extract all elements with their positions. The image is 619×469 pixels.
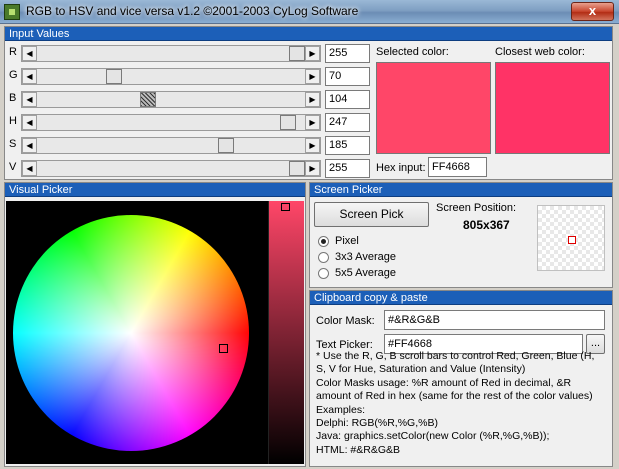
slider-g-thumb[interactable] xyxy=(106,69,122,84)
value-field-b[interactable]: 104 xyxy=(325,90,370,109)
screen-picker-group: Screen Picker Screen Pick Screen Positio… xyxy=(309,182,613,288)
slider-b-right-arrow-icon[interactable]: ▶ xyxy=(305,92,320,107)
hex-input-label: Hex input: xyxy=(376,162,426,174)
help-line: amount of Red in hex (same for the rest … xyxy=(316,390,593,403)
screen-picker-heading: Screen Picker xyxy=(310,183,612,197)
slider-v-thumb[interactable] xyxy=(289,161,305,176)
slider-s-right-arrow-icon[interactable]: ▶ xyxy=(305,138,320,153)
slider-label-v: V xyxy=(9,161,17,173)
slider-s[interactable]: ◀ ▶ xyxy=(21,137,321,154)
slider-label-s: S xyxy=(9,138,17,150)
hex-input-field[interactable]: FF4668 xyxy=(428,157,487,177)
help-line: * Use the R, G, B scroll bars to control… xyxy=(316,350,595,362)
slider-g-left-arrow-icon[interactable]: ◀ xyxy=(22,69,37,84)
slider-h-thumb[interactable] xyxy=(280,115,296,130)
clipboard-help-text: * Use the R, G, B scroll bars to control… xyxy=(316,350,612,457)
radio-pixel-label: Pixel xyxy=(335,235,359,247)
radio-5x5-indicator[interactable] xyxy=(318,268,329,279)
screen-pixel-preview xyxy=(537,205,605,271)
slider-row-v: V ◀ ▶ 255 xyxy=(7,159,370,178)
help-line: Java: graphics.setColor(new Color (%R,%G… xyxy=(316,430,550,443)
color-mask-input[interactable]: #&R&G&B xyxy=(384,310,605,330)
value-field-v[interactable]: 255 xyxy=(325,159,370,178)
clipboard-group: Clipboard copy & paste Color Mask: #&R&G… xyxy=(309,290,613,467)
help-line: Examples: xyxy=(316,403,366,416)
slider-v-left-arrow-icon[interactable]: ◀ xyxy=(22,161,37,176)
slider-s-left-arrow-icon[interactable]: ◀ xyxy=(22,138,37,153)
value-bar[interactable] xyxy=(268,201,304,464)
slider-label-g: G xyxy=(9,69,18,81)
value-field-h[interactable]: 247 xyxy=(325,113,370,132)
slider-label-r: R xyxy=(9,46,17,58)
radio-3x3-label: 3x3 Average xyxy=(335,251,396,263)
window-title: RGB to HSV and vice versa v1.2 ©2001-200… xyxy=(26,4,359,18)
help-line: S, V for Hue, Saturation and Value (Inte… xyxy=(316,363,526,376)
title-bar[interactable]: RGB to HSV and vice versa v1.2 ©2001-200… xyxy=(0,0,619,24)
slider-r-thumb[interactable] xyxy=(289,46,305,61)
screen-position-value: 805x367 xyxy=(463,218,510,232)
slider-b-left-arrow-icon[interactable]: ◀ xyxy=(22,92,37,107)
selected-color-swatch xyxy=(376,62,491,154)
slider-row-b: B ◀ ▶ 104 xyxy=(7,90,370,109)
closest-web-color-swatch xyxy=(495,62,610,154)
closest-web-color-label: Closest web color: xyxy=(495,46,585,58)
slider-v[interactable]: ◀ ▶ xyxy=(21,160,321,177)
visual-picker-canvas[interactable] xyxy=(6,201,304,464)
slider-b[interactable]: ◀ ▶ xyxy=(21,91,321,108)
radio-5x5-label: 5x5 Average xyxy=(335,267,396,279)
slider-v-right-arrow-icon[interactable]: ▶ xyxy=(305,161,320,176)
slider-label-h: H xyxy=(9,115,17,127)
value-field-r[interactable]: 255 xyxy=(325,44,370,63)
slider-r-right-arrow-icon[interactable]: ▶ xyxy=(305,46,320,61)
help-line: Delphi: RGB(%R,%G,%B) xyxy=(316,417,438,430)
app-icon xyxy=(4,4,20,20)
input-values-group: Input Values R ◀ ▶ 255 G ◀ ▶ 70 B ◀ ▶ 10… xyxy=(4,26,613,180)
slider-row-h: H ◀ ▶ 247 xyxy=(7,113,370,132)
pixel-cursor-icon xyxy=(568,236,576,244)
screen-pick-button[interactable]: Screen Pick xyxy=(314,202,429,227)
slider-b-thumb[interactable] xyxy=(140,92,156,107)
value-field-g[interactable]: 70 xyxy=(325,67,370,86)
radio-pixel-indicator[interactable] xyxy=(318,236,329,247)
value-field-s[interactable]: 185 xyxy=(325,136,370,155)
slider-row-s: S ◀ ▶ 185 xyxy=(7,136,370,155)
slider-g-right-arrow-icon[interactable]: ▶ xyxy=(305,69,320,84)
screen-position-label: Screen Position: xyxy=(436,202,517,214)
slider-g[interactable]: ◀ ▶ xyxy=(21,68,321,85)
slider-row-g: G ◀ ▶ 70 xyxy=(7,67,370,86)
wheel-marker[interactable] xyxy=(219,344,228,353)
slider-h[interactable]: ◀ ▶ xyxy=(21,114,321,131)
radio-3x3-indicator[interactable] xyxy=(318,252,329,263)
hue-saturation-wheel[interactable] xyxy=(13,215,249,451)
selected-color-label: Selected color: xyxy=(376,46,449,58)
close-button[interactable]: x xyxy=(571,2,614,21)
clipboard-heading: Clipboard copy & paste xyxy=(310,291,612,305)
color-mask-label: Color Mask: xyxy=(316,315,375,327)
help-line: HTML: #&R&G&B xyxy=(316,443,401,456)
slider-s-thumb[interactable] xyxy=(218,138,234,153)
value-bar-marker[interactable] xyxy=(281,203,290,211)
slider-label-b: B xyxy=(9,92,17,104)
slider-h-left-arrow-icon[interactable]: ◀ xyxy=(22,115,37,130)
slider-h-right-arrow-icon[interactable]: ▶ xyxy=(305,115,320,130)
help-line: Color Masks usage: %R amount of Red in d… xyxy=(316,376,572,389)
slider-r-left-arrow-icon[interactable]: ◀ xyxy=(22,46,37,61)
input-values-heading: Input Values xyxy=(5,27,612,41)
visual-picker-group: Visual Picker xyxy=(4,182,306,467)
visual-picker-heading: Visual Picker xyxy=(5,183,305,197)
slider-r[interactable]: ◀ ▶ xyxy=(21,45,321,62)
slider-row-r: R ◀ ▶ 255 xyxy=(7,44,370,63)
